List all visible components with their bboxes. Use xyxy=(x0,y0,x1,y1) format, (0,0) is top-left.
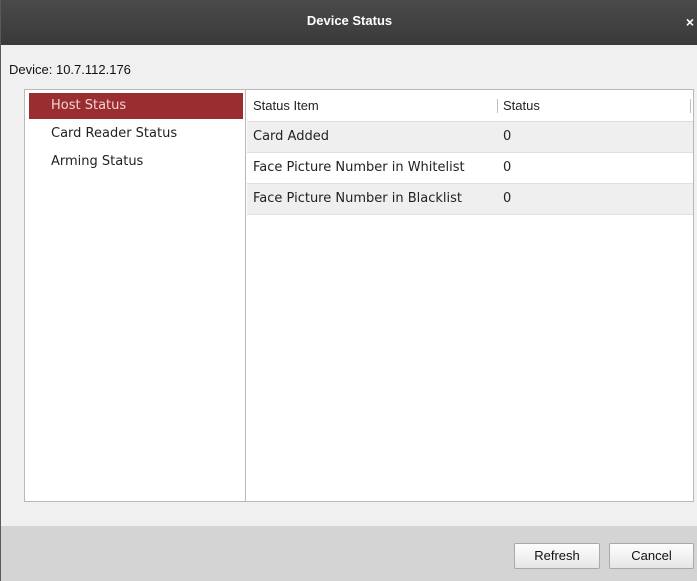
row-status-value: 0 xyxy=(503,191,512,206)
table-row[interactable]: Card Added 0 xyxy=(247,122,693,153)
dialog-title: Device Status xyxy=(306,13,393,28)
column-header-status-item[interactable]: Status Item xyxy=(253,98,319,113)
device-label: Device: 10.7.112.176 xyxy=(9,62,131,77)
nav-item-host-status[interactable]: Host Status xyxy=(29,93,243,119)
nav-item-arming-status[interactable]: Arming Status xyxy=(29,149,243,175)
status-panel: Host Status Card Reader Status Arming St… xyxy=(24,89,694,502)
close-icon[interactable]: × xyxy=(686,14,694,30)
status-category-list: Host Status Card Reader Status Arming St… xyxy=(25,90,246,501)
row-status-value: 0 xyxy=(503,160,512,175)
column-divider[interactable] xyxy=(690,99,691,113)
device-status-dialog: Device Status × Device: 10.7.112.176 Hos… xyxy=(0,0,697,581)
table-row[interactable]: Face Picture Number in Blacklist 0 xyxy=(247,184,693,215)
refresh-button[interactable]: Refresh xyxy=(514,543,600,569)
table-header: Status Item Status xyxy=(247,90,693,122)
row-status-item: Face Picture Number in Whitelist xyxy=(253,160,465,175)
title-bar: Device Status × xyxy=(1,0,697,45)
nav-item-card-reader-status[interactable]: Card Reader Status xyxy=(29,121,243,147)
column-header-status[interactable]: Status xyxy=(503,98,540,113)
row-status-item: Face Picture Number in Blacklist xyxy=(253,191,462,206)
column-divider[interactable] xyxy=(497,99,498,113)
cancel-button[interactable]: Cancel xyxy=(609,543,694,569)
row-status-item: Card Added xyxy=(253,129,329,144)
table-row[interactable]: Face Picture Number in Whitelist 0 xyxy=(247,153,693,184)
row-status-value: 0 xyxy=(503,129,512,144)
status-table: Status Item Status Card Added 0 Face Pic… xyxy=(247,90,693,501)
